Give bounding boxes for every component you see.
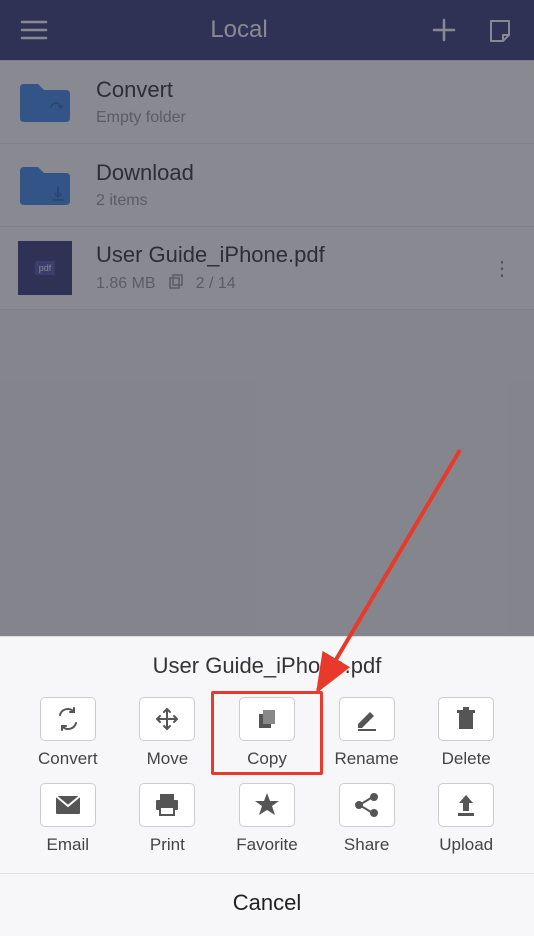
action-sheet: User Guide_iPhone.pdf Convert Move Copy Ren…	[0, 636, 534, 936]
action-label: Rename	[334, 749, 398, 769]
page-title: Local	[210, 16, 267, 44]
file-meta-label: 2 items	[96, 192, 148, 210]
convert-action[interactable]: Convert	[20, 697, 116, 769]
add-icon[interactable]	[428, 14, 460, 46]
file-name-label: Convert	[96, 77, 516, 103]
move-action[interactable]: Move	[120, 697, 216, 769]
file-list: Convert Empty folder Download 2 items pd…	[0, 60, 534, 310]
file-name-label: Download	[96, 160, 516, 186]
email-icon	[40, 783, 96, 827]
file-pages-label: 2 / 14	[196, 275, 236, 293]
upload-action[interactable]: Upload	[418, 783, 514, 855]
sheet-title: User Guide_iPhone.pdf	[0, 637, 534, 697]
file-size-label: 1.86 MB	[96, 275, 156, 293]
action-label: Upload	[439, 835, 493, 855]
favorite-action[interactable]: Favorite	[219, 783, 315, 855]
note-icon[interactable]	[484, 14, 516, 46]
print-icon	[139, 783, 195, 827]
list-item[interactable]: pdf User Guide_iPhone.pdf 1.86 MB 2 / 14…	[0, 227, 534, 310]
action-label: Favorite	[236, 835, 297, 855]
delete-icon	[438, 697, 494, 741]
share-icon	[339, 783, 395, 827]
copy-action[interactable]: Copy	[219, 697, 315, 769]
list-item[interactable]: Download 2 items	[0, 144, 534, 227]
file-name-label: User Guide_iPhone.pdf	[96, 242, 516, 268]
print-action[interactable]: Print	[120, 783, 216, 855]
action-grid: Convert Move Copy Rename Delete Email Print Fav…	[0, 697, 534, 873]
action-label: Move	[147, 749, 189, 769]
email-action[interactable]: Email	[20, 783, 116, 855]
pdf-file-icon: pdf	[18, 241, 72, 295]
pages-icon	[168, 274, 184, 295]
rename-icon	[339, 697, 395, 741]
menu-icon[interactable]	[18, 14, 50, 46]
action-label: Share	[344, 835, 389, 855]
favorite-icon	[239, 783, 295, 827]
action-label: Print	[150, 835, 185, 855]
list-item[interactable]: Convert Empty folder	[0, 60, 534, 144]
app-root: { "header": { "title": "Local" }, "files…	[0, 0, 534, 936]
action-label: Email	[47, 835, 90, 855]
file-meta-label: Empty folder	[96, 109, 186, 127]
action-label: Convert	[38, 749, 98, 769]
app-header: Local	[0, 0, 534, 60]
convert-icon	[40, 697, 96, 741]
cancel-button[interactable]: Cancel	[0, 873, 534, 932]
more-icon[interactable]: ⋮	[492, 256, 514, 281]
share-action[interactable]: Share	[319, 783, 415, 855]
rename-action[interactable]: Rename	[319, 697, 415, 769]
copy-icon	[239, 697, 295, 741]
action-label: Delete	[442, 749, 491, 769]
upload-icon	[438, 783, 494, 827]
folder-download-icon	[18, 158, 72, 212]
delete-action[interactable]: Delete	[418, 697, 514, 769]
folder-sync-icon	[18, 75, 72, 129]
action-label: Copy	[247, 749, 287, 769]
move-icon	[139, 697, 195, 741]
